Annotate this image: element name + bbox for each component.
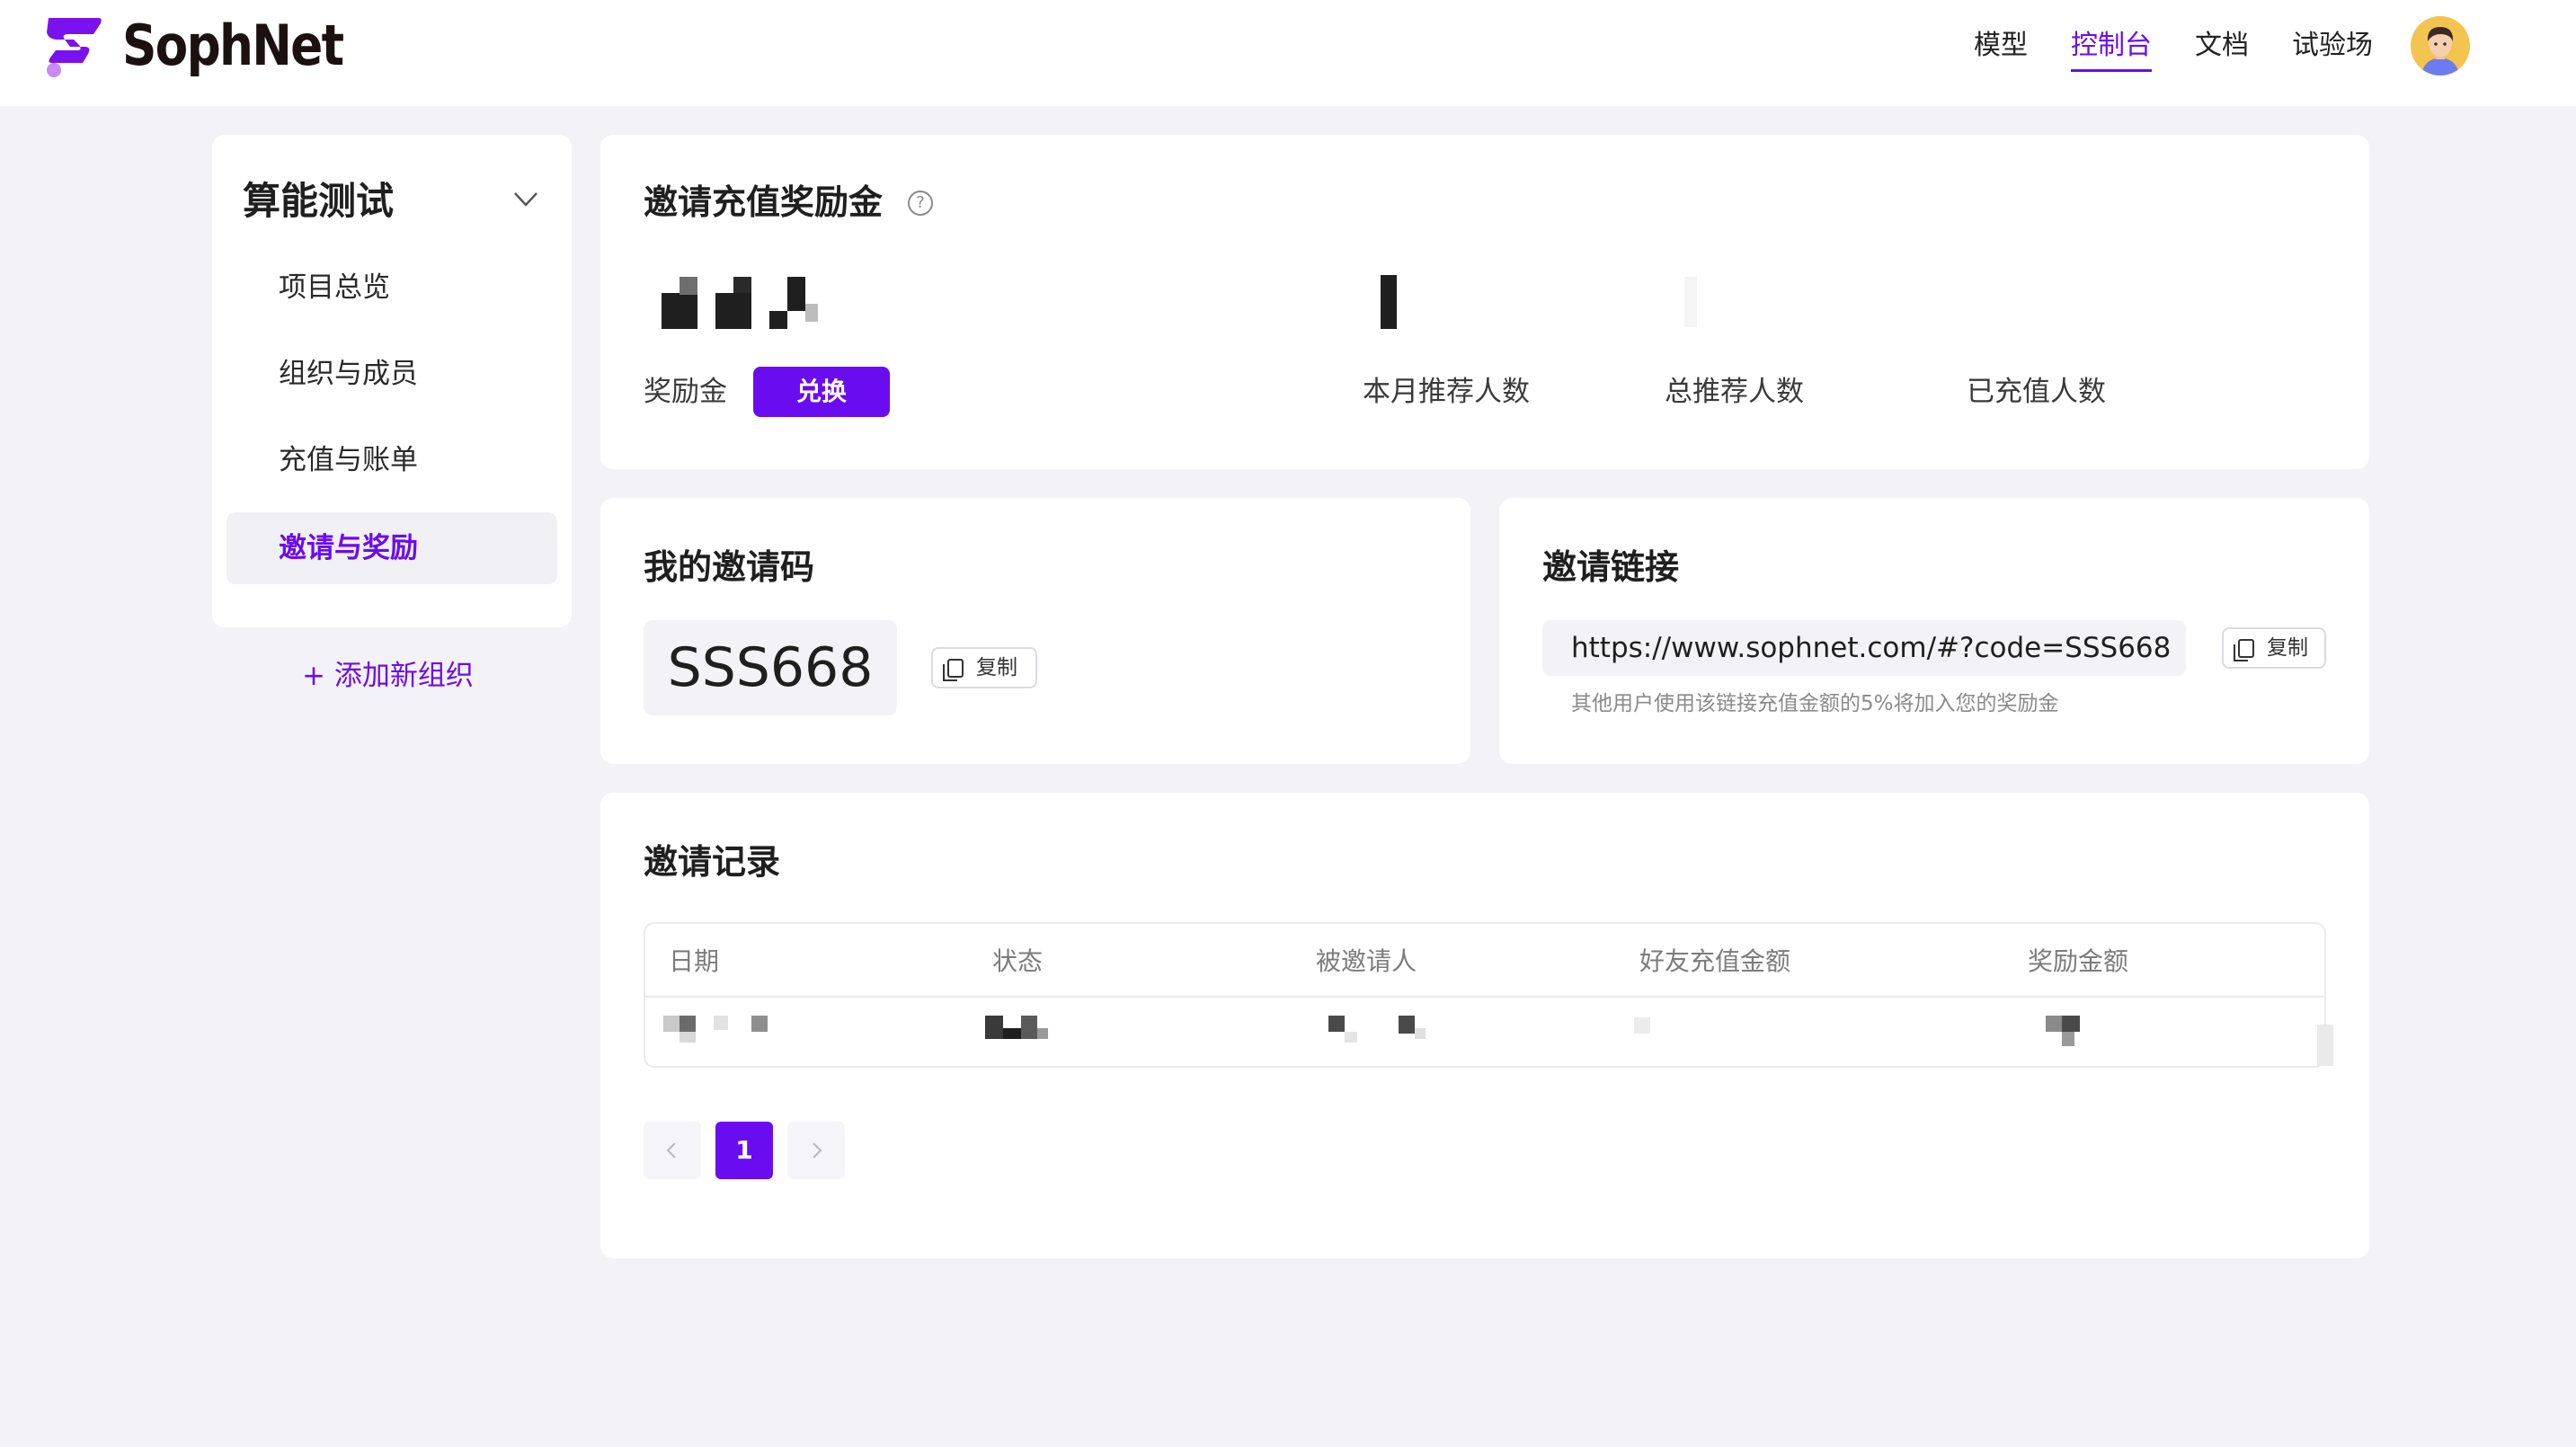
- nav-playground[interactable]: 试验场: [2292, 25, 2373, 67]
- chevron-left-icon: [666, 1142, 676, 1158]
- chevron-down-icon[interactable]: [512, 185, 539, 212]
- header-divider: [645, 996, 2324, 998]
- column-header-date[interactable]: 日期: [669, 944, 719, 980]
- column-header-friend-recharge[interactable]: 好友充值金额: [1639, 944, 1790, 980]
- sidebar-item-overview[interactable]: 项目总览: [227, 252, 557, 324]
- invite-records-table: 日期 状态 被邀请人 好友充值金额 奖励金额: [644, 922, 2326, 1068]
- copy-link-button[interactable]: 复制: [2222, 627, 2326, 669]
- monthly-referrals-value-redacted: [1381, 275, 1397, 329]
- stat-recharged-users-label: 已充值人数: [1967, 376, 2106, 408]
- user-avatar-icon[interactable]: [2411, 16, 2470, 75]
- reward-card-title: 邀请充值奖励金: [644, 182, 884, 222]
- brand-name[interactable]: SophNet: [122, 5, 344, 86]
- nav-models[interactable]: 模型: [1974, 25, 2028, 67]
- pagination-next-button[interactable]: [787, 1122, 845, 1179]
- column-header-reward-amount[interactable]: 奖励金额: [2028, 944, 2128, 980]
- invite-code-value: SSS668: [644, 620, 897, 715]
- copy-code-button[interactable]: 复制: [931, 647, 1037, 688]
- invite-records-title: 邀请记录: [644, 842, 781, 882]
- table-scrollbar[interactable]: [2317, 1025, 2333, 1066]
- help-icon[interactable]: ?: [908, 191, 933, 216]
- invite-link-field[interactable]: https://www.sophnet.com/#?code=SSS668: [1542, 620, 2186, 676]
- redeem-button[interactable]: 兑换: [753, 367, 890, 417]
- nav-console[interactable]: 控制台: [2071, 25, 2152, 72]
- copy-icon: [2234, 639, 2254, 661]
- total-referrals-value-redacted: [1684, 277, 1697, 327]
- invite-code-title: 我的邀请码: [644, 547, 815, 587]
- sidebar-item-members[interactable]: 组织与成员: [227, 338, 557, 410]
- pagination-page-1[interactable]: 1: [715, 1122, 773, 1179]
- stat-total-referrals-label: 总推荐人数: [1665, 376, 1804, 408]
- bonus-label: 奖励金: [644, 376, 727, 408]
- copy-code-label: 复制: [976, 656, 1017, 679]
- chevron-right-icon: [813, 1142, 822, 1158]
- column-header-invitee[interactable]: 被邀请人: [1316, 944, 1417, 980]
- sidebar-item-billing[interactable]: 充值与账单: [227, 424, 557, 496]
- nav-docs[interactable]: 文档: [2195, 25, 2249, 67]
- add-organization-link[interactable]: + 添加新组织: [302, 656, 474, 696]
- top-navbar: SophNet 模型 控制台 文档 试验场: [0, 0, 2576, 106]
- invite-link-note: 其他用户使用该链接充值金额的5%将加入您的奖励金: [1571, 692, 2059, 715]
- sidebar-item-invite-rewards[interactable]: 邀请与奖励: [227, 512, 557, 584]
- invite-link-title: 邀请链接: [1542, 547, 1680, 587]
- copy-icon: [943, 659, 964, 681]
- pagination-prev-button[interactable]: [644, 1122, 701, 1179]
- copy-link-label: 复制: [2267, 636, 2308, 660]
- column-header-status[interactable]: 状态: [992, 944, 1043, 980]
- sophnet-logo-icon[interactable]: [43, 14, 104, 77]
- sidebar: 算能测试 项目总览 组织与成员 充值与账单 邀请与奖励: [212, 135, 572, 627]
- org-name[interactable]: 算能测试: [243, 171, 394, 226]
- stat-monthly-referrals-label: 本月推荐人数: [1363, 376, 1530, 408]
